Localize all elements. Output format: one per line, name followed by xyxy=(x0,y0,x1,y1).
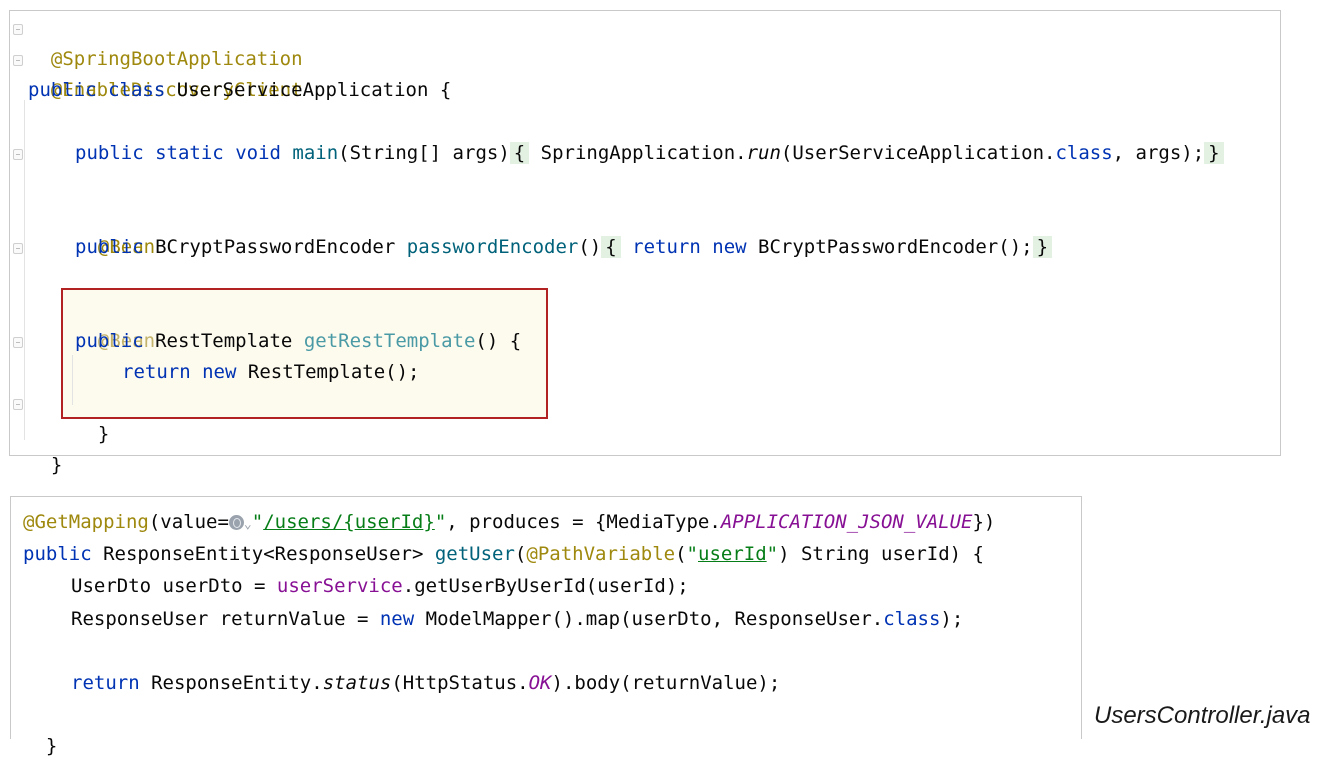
code-text: , produces = {MediaType. xyxy=(446,511,721,533)
paren: ( xyxy=(514,543,527,565)
fold-marker-icon[interactable] xyxy=(13,243,23,254)
code-line-10: @Bean xyxy=(75,295,155,352)
brace: } xyxy=(50,454,63,476)
method-name: getUser xyxy=(434,543,515,565)
paren: ( xyxy=(675,543,687,565)
code-line-8: public BCryptPasswordEncoder passwordEnc… xyxy=(75,232,1053,263)
keyword: new xyxy=(712,236,747,258)
keyword: return xyxy=(71,672,140,694)
fold-marker-icon[interactable] xyxy=(13,337,23,348)
code-line-2: @EnableDiscoveryClient xyxy=(28,44,303,101)
brace: } xyxy=(45,735,58,757)
keyword: public xyxy=(75,236,144,258)
code-line-1: @SpringBootApplication xyxy=(28,13,303,70)
field-reference: userService xyxy=(276,575,403,597)
folded-brace-open[interactable]: { xyxy=(601,236,621,258)
keyword: public xyxy=(28,79,97,101)
constant: OK xyxy=(528,672,552,694)
folded-brace-close[interactable]: } xyxy=(1204,142,1224,164)
code-text: ResponseUser returnValue = xyxy=(71,608,380,630)
code-text: .getUserByUserId(userId); xyxy=(402,575,689,597)
code-line-12: return new RestTemplate(); xyxy=(122,357,419,388)
folded-brace-close[interactable]: } xyxy=(1032,236,1053,258)
keyword: new xyxy=(202,361,237,383)
code-line-method-signature: public ResponseEntity<ResponseUser> getU… xyxy=(23,539,984,570)
keyword: void xyxy=(235,142,281,164)
keyword: public xyxy=(75,330,144,352)
signature-rest: () { xyxy=(475,330,522,352)
fold-marker-icon[interactable] xyxy=(13,24,23,35)
code-text: (HttpStatus. xyxy=(391,672,529,694)
indent-guide xyxy=(72,355,73,405)
annotation-getmapping: @GetMapping xyxy=(23,511,149,533)
code-line-return: return ResponseEntity.status(HttpStatus.… xyxy=(71,668,780,699)
indent-guide xyxy=(24,100,25,440)
keyword: class xyxy=(1055,142,1113,164)
call-prefix: SpringApplication. xyxy=(540,142,747,164)
code-line-5: public static void main(String[] args){ … xyxy=(75,138,1224,169)
brace: } xyxy=(97,423,110,445)
code-line-userdto: UserDto userDto = userService.getUserByU… xyxy=(71,571,689,602)
static-method: status xyxy=(322,672,392,694)
parens: () xyxy=(578,236,602,258)
code-text: ModelMapper().map(userDto, ResponseUser. xyxy=(425,608,884,630)
code-line-11: public RestTemplate getRestTemplate() { xyxy=(75,326,521,357)
file-name-caption: UsersController.java xyxy=(1094,702,1311,729)
return-type: BCryptPasswordEncoder xyxy=(155,236,396,258)
keyword: class xyxy=(108,79,166,101)
fold-marker-icon[interactable] xyxy=(13,399,23,410)
code-text: ) String userId) { xyxy=(778,543,984,565)
chevron-down-icon[interactable]: ⌄ xyxy=(244,517,252,532)
code-text: }) xyxy=(972,511,996,533)
method-name: getRestTemplate xyxy=(303,330,476,352)
params: (String[] args) xyxy=(338,142,510,164)
folded-brace-open[interactable]: { xyxy=(509,142,530,164)
keyword: new xyxy=(379,608,415,630)
string-literal[interactable]: "userId" xyxy=(687,543,779,565)
code-line-close: } xyxy=(23,700,57,757)
annotation-pathvariable: @PathVariable xyxy=(526,543,676,565)
code-line-13: } xyxy=(75,388,109,445)
method-name: main xyxy=(292,142,339,164)
constant: APPLICATION_JSON_VALUE xyxy=(720,511,973,533)
code-line-14: } xyxy=(28,419,62,476)
constructor-call: BCryptPasswordEncoder(); xyxy=(758,236,1033,258)
code-line-3: public class UserServiceApplication { xyxy=(28,75,451,106)
keyword: return xyxy=(122,361,191,383)
fold-marker-icon[interactable] xyxy=(13,55,23,66)
fold-marker-icon[interactable] xyxy=(13,149,23,160)
return-type: ResponseEntity<ResponseUser> xyxy=(103,543,424,565)
call-arg: (UserServiceApplication. xyxy=(780,142,1056,164)
keyword: static xyxy=(155,142,224,164)
code-text: ); xyxy=(940,608,964,630)
keyword: public xyxy=(23,543,92,565)
keyword: public xyxy=(75,142,144,164)
call-arg-end: , args); xyxy=(1112,142,1205,164)
code-text: ResponseEntity. xyxy=(151,672,323,694)
method-name: passwordEncoder xyxy=(406,236,579,258)
url-path-link[interactable]: /users/{userId} xyxy=(263,511,435,533)
code-line-getmapping: @GetMapping(value= ⌄"/users/{userId}", pr… xyxy=(23,507,995,538)
string-literal[interactable]: "/users/{userId}" xyxy=(252,511,447,533)
keyword: class xyxy=(883,608,941,630)
constructor-call: RestTemplate(); xyxy=(247,361,420,383)
keyword: return xyxy=(632,236,701,258)
call-method: run xyxy=(746,142,781,164)
code-text: UserDto userDto = xyxy=(71,575,277,597)
code-line-7: @Bean xyxy=(75,201,155,258)
class-name: UserServiceApplication xyxy=(176,79,429,101)
code-text: (value= xyxy=(148,511,229,533)
return-type: RestTemplate xyxy=(155,330,293,352)
code-line-returnvalue: ResponseUser returnValue = new ModelMapp… xyxy=(71,604,963,635)
code-text: ).body(returnValue); xyxy=(551,672,781,694)
globe-icon[interactable] xyxy=(228,515,244,530)
brace: { xyxy=(439,79,452,101)
